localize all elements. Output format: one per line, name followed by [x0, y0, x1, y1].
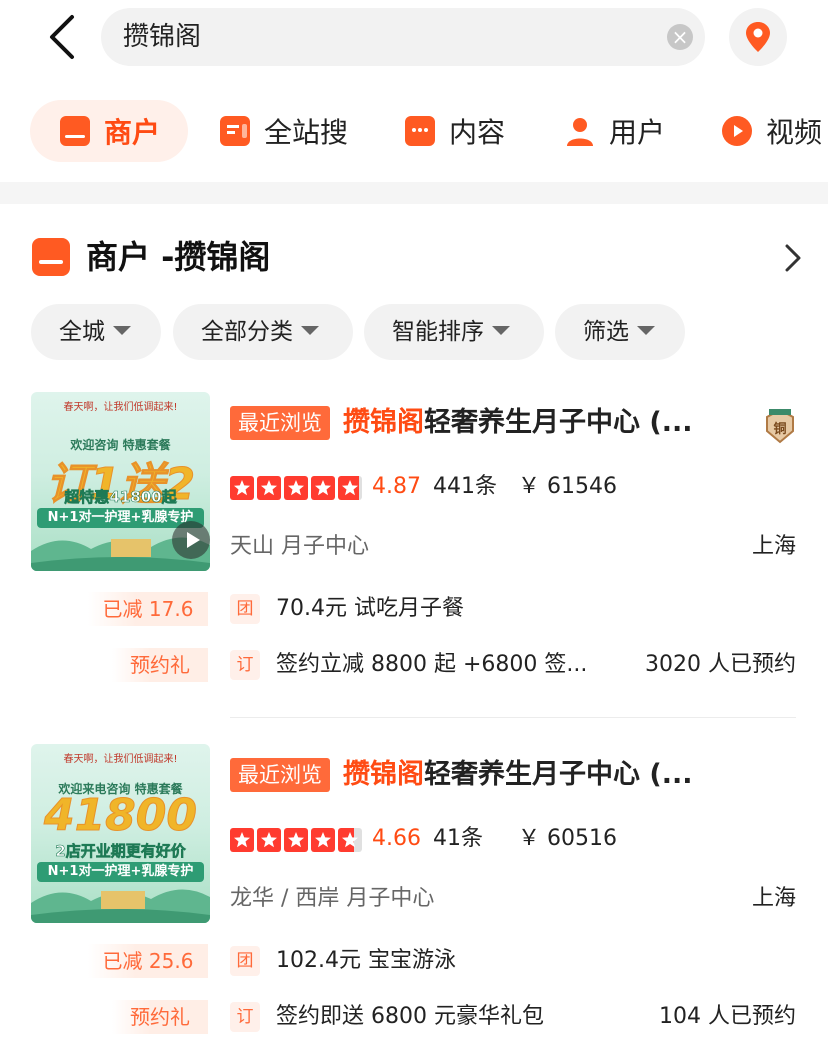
back-button[interactable] — [42, 12, 86, 62]
star-icon — [311, 476, 335, 500]
location-button[interactable] — [729, 8, 787, 66]
deal-text[interactable]: 102.4元 宝宝游泳 — [276, 944, 456, 978]
shop-name-highlight: 攒锦阁 — [343, 407, 424, 438]
booking-gift-label: 预约礼 — [112, 648, 208, 682]
filter-category[interactable]: 全部分类 — [173, 304, 353, 360]
city-label: 上海 — [751, 886, 796, 911]
location-pin-icon — [746, 22, 770, 52]
caret-down-icon — [113, 326, 131, 335]
review-count: 441条 — [433, 474, 497, 499]
discount-label: 已减 17.6 — [88, 592, 208, 626]
star-icon — [230, 476, 254, 500]
caret-down-icon — [637, 326, 655, 335]
shop-thumbnail[interactable]: 春天啊，让我们低调起来! 欢迎来电咨询 特惠套餐 41800 2店开业期更有好价… — [31, 744, 210, 923]
booking-text[interactable]: 签约即送 6800 元豪华礼包 — [276, 1000, 544, 1034]
filter-label: 智能排序 — [392, 319, 484, 345]
landscape-illustration — [31, 889, 210, 923]
user-icon — [565, 116, 595, 146]
deal-text[interactable]: 70.4元 试吃月子餐 — [276, 592, 464, 626]
top-bar: 攒锦阁 × — [0, 0, 828, 80]
star-icon — [230, 828, 254, 852]
booking-count: 104 人已预约 — [659, 1004, 796, 1029]
filter-sort[interactable]: 智能排序 — [364, 304, 544, 360]
tab-label: 商户 — [104, 116, 161, 149]
area-category: 天山 月子中心 — [230, 534, 369, 559]
divider — [230, 717, 796, 718]
tab-label: 视频 — [766, 116, 823, 149]
filter-more[interactable]: 筛选 — [555, 304, 685, 360]
discount-label: 已减 25.6 — [88, 944, 208, 978]
shop-name-rest: 轻奢养生月子中心 (... — [424, 407, 693, 438]
tab-video[interactable]: 视频 — [722, 100, 822, 162]
area-category: 龙华 / 西岸 月子中心 — [230, 886, 435, 911]
play-video-icon[interactable] — [172, 521, 210, 559]
star-icon — [338, 476, 362, 500]
group-deal-tag: 团 — [230, 946, 260, 976]
rating-score: 4.66 — [372, 826, 421, 851]
booking-tag: 订 — [230, 650, 260, 680]
caret-down-icon — [492, 326, 510, 335]
avg-price: ￥ 60516 — [518, 826, 617, 851]
tab-label: 用户 — [609, 116, 666, 149]
thumb-text: 春天啊，让我们低调起来! — [63, 754, 178, 765]
tab-user[interactable]: 用户 — [565, 100, 665, 162]
list-item[interactable]: 春天啊，让我们低调起来! 欢迎来电咨询 特惠套餐 41800 2店开业期更有好价… — [0, 744, 828, 1037]
list-item[interactable]: 春天啊，让我们低调起来! 欢迎咨询 特惠套餐 订1送2 超特惠41800起 N+… — [0, 392, 828, 722]
booking-text[interactable]: 签约立减 8800 起 +6800 签... — [276, 648, 587, 682]
chevron-right-icon — [785, 244, 801, 272]
tab-label: 内容 — [449, 116, 506, 149]
play-icon — [722, 116, 752, 146]
review-count: 41条 — [433, 826, 483, 851]
tab-shop[interactable]: 商户 — [30, 100, 189, 162]
medal-label: 铜 — [772, 421, 786, 437]
shop-icon — [60, 116, 90, 146]
thumb-text: 2店开业期更有好价 — [55, 842, 186, 861]
bronze-medal-icon: 铜 — [766, 408, 794, 444]
search-tabs: 商户 全站搜 内容 用户 视频 — [0, 100, 828, 162]
document-icon — [220, 116, 250, 146]
recent-badge: 最近浏览 — [230, 758, 330, 792]
search-query: 攒锦阁 — [123, 22, 202, 52]
star-icon — [257, 476, 281, 500]
shop-name[interactable]: 攒锦阁轻奢养生月子中心 (... — [343, 400, 743, 446]
filter-city[interactable]: 全城 — [31, 304, 161, 360]
avg-price: ￥ 61546 — [518, 474, 617, 499]
divider — [0, 182, 828, 204]
shop-icon — [32, 238, 70, 276]
shop-name[interactable]: 攒锦阁轻奢养生月子中心 (... — [343, 752, 743, 798]
tab-all-site[interactable]: 全站搜 — [220, 100, 348, 162]
caret-down-icon — [301, 326, 319, 335]
rating-score: 4.87 — [372, 474, 421, 499]
search-input[interactable]: 攒锦阁 × — [101, 8, 705, 66]
thumb-headline: 41800 — [43, 790, 198, 842]
clear-icon[interactable]: × — [667, 24, 693, 50]
chat-icon — [405, 116, 435, 146]
tab-content[interactable]: 内容 — [405, 100, 505, 162]
star-icon — [338, 828, 362, 852]
section-title: 商户 -攒锦阁 — [86, 238, 271, 276]
star-icon — [284, 476, 308, 500]
thumb-text: 春天啊，让我们低调起来! — [63, 402, 178, 413]
shop-name-rest: 轻奢养生月子中心 (... — [424, 759, 693, 790]
booking-tag: 订 — [230, 1002, 260, 1032]
booking-count: 3020 人已预约 — [645, 652, 796, 677]
star-icon — [284, 828, 308, 852]
booking-gift-label: 预约礼 — [112, 1000, 208, 1034]
thumb-text: 超特惠41800起 — [64, 488, 177, 507]
chevron-left-icon — [50, 15, 74, 59]
tab-label: 全站搜 — [264, 116, 349, 149]
filter-label: 全城 — [59, 319, 105, 345]
star-icon — [311, 828, 335, 852]
recent-badge: 最近浏览 — [230, 406, 330, 440]
star-icon — [257, 828, 281, 852]
section-header[interactable]: 商户 -攒锦阁 — [32, 232, 812, 284]
shop-thumbnail[interactable]: 春天啊，让我们低调起来! 欢迎咨询 特惠套餐 订1送2 超特惠41800起 N+… — [31, 392, 210, 571]
group-deal-tag: 团 — [230, 594, 260, 624]
shop-name-highlight: 攒锦阁 — [343, 759, 424, 790]
filter-label: 筛选 — [583, 319, 629, 345]
city-label: 上海 — [751, 534, 796, 559]
filter-label: 全部分类 — [201, 319, 293, 345]
